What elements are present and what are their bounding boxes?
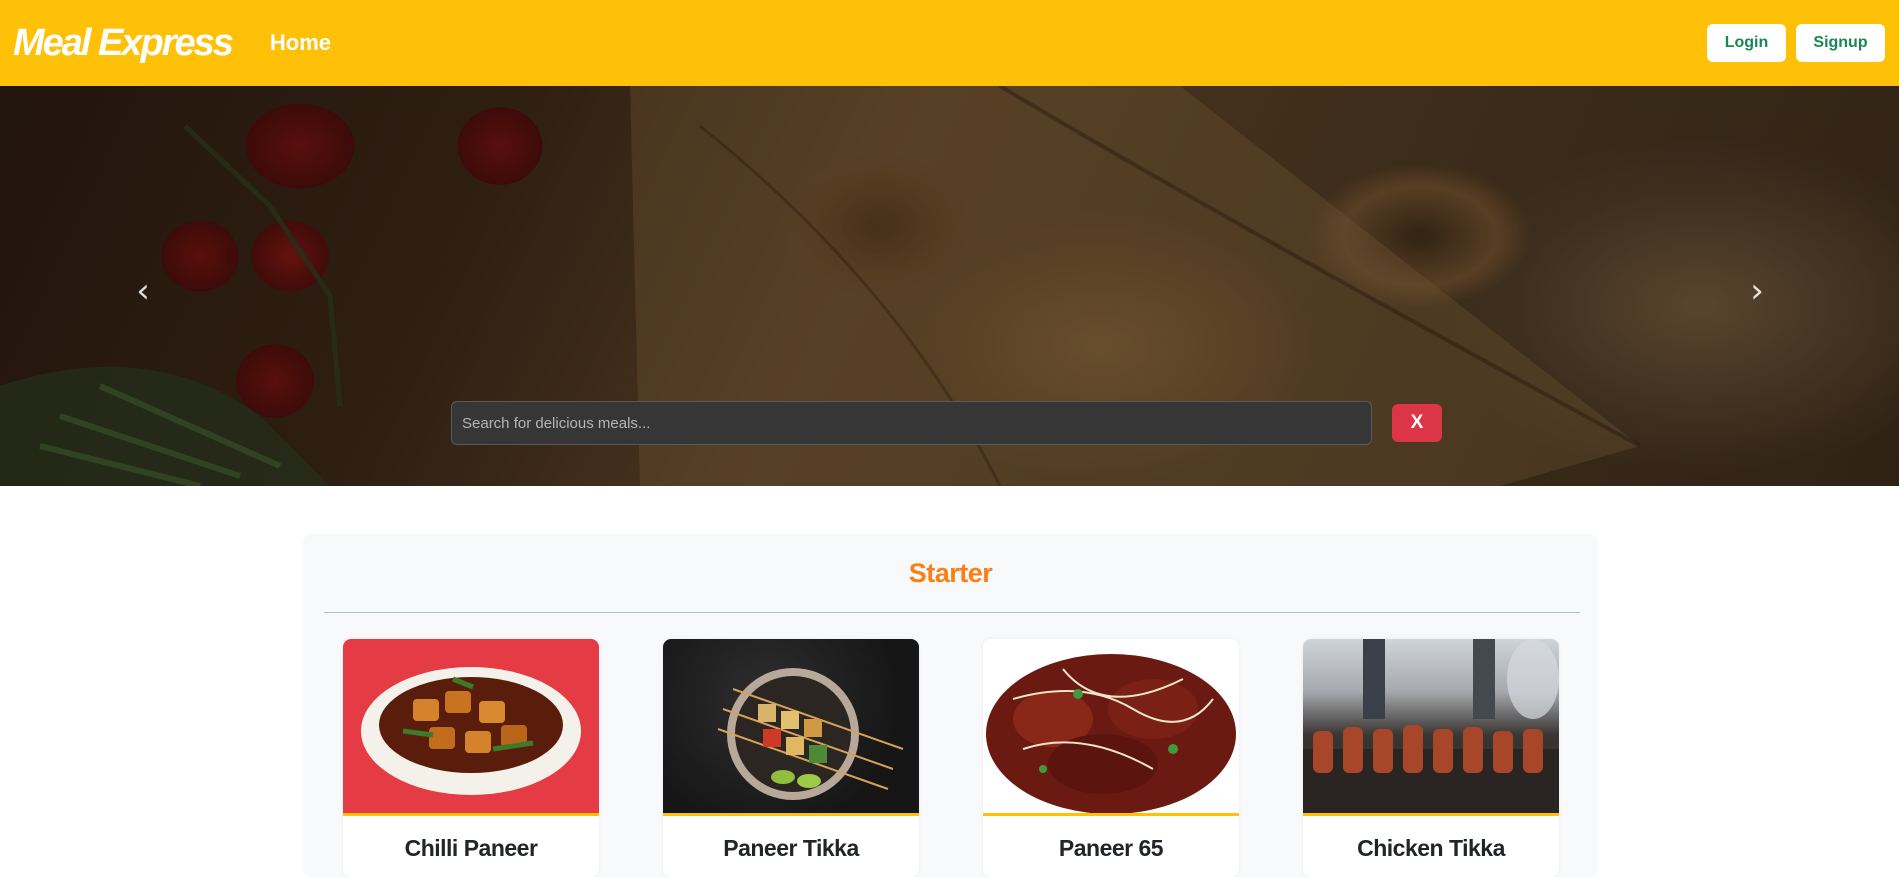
meal-image xyxy=(1303,639,1559,816)
clear-search-button[interactable]: X xyxy=(1392,404,1442,442)
section-divider xyxy=(324,612,1580,613)
auth-buttons: Login Signup xyxy=(1707,24,1885,62)
starter-section: Starter Chilli Paneer Paneer Tikka Panee… xyxy=(303,534,1598,877)
meal-card[interactable]: Paneer 65 xyxy=(983,639,1239,877)
nav-home-link[interactable]: Home xyxy=(270,30,331,56)
meal-name: Paneer 65 xyxy=(1058,835,1164,861)
login-button[interactable]: Login xyxy=(1707,24,1786,62)
hero-carousel: ‹ › X xyxy=(0,86,1899,486)
meal-image xyxy=(663,639,919,816)
meal-card[interactable]: Chilli Paneer xyxy=(343,639,599,877)
navbar: Meal Express Home Login Signup xyxy=(0,0,1899,86)
chevron-left-icon[interactable]: ‹ xyxy=(123,266,163,316)
search-input[interactable] xyxy=(451,401,1372,445)
meal-card[interactable]: Chicken Tikka xyxy=(1303,639,1559,877)
brand-logo[interactable]: Meal Express xyxy=(13,22,234,65)
meal-image xyxy=(983,639,1239,816)
signup-button[interactable]: Signup xyxy=(1796,24,1885,62)
section-title: Starter xyxy=(908,558,993,588)
meal-name: Chilli Paneer xyxy=(404,835,538,861)
meal-card[interactable]: Paneer Tikka xyxy=(663,639,919,877)
meal-name: Paneer Tikka xyxy=(723,835,859,861)
chevron-right-icon[interactable]: › xyxy=(1737,266,1777,316)
meal-name: Chicken Tikka xyxy=(1357,835,1505,861)
meal-image xyxy=(343,639,599,816)
